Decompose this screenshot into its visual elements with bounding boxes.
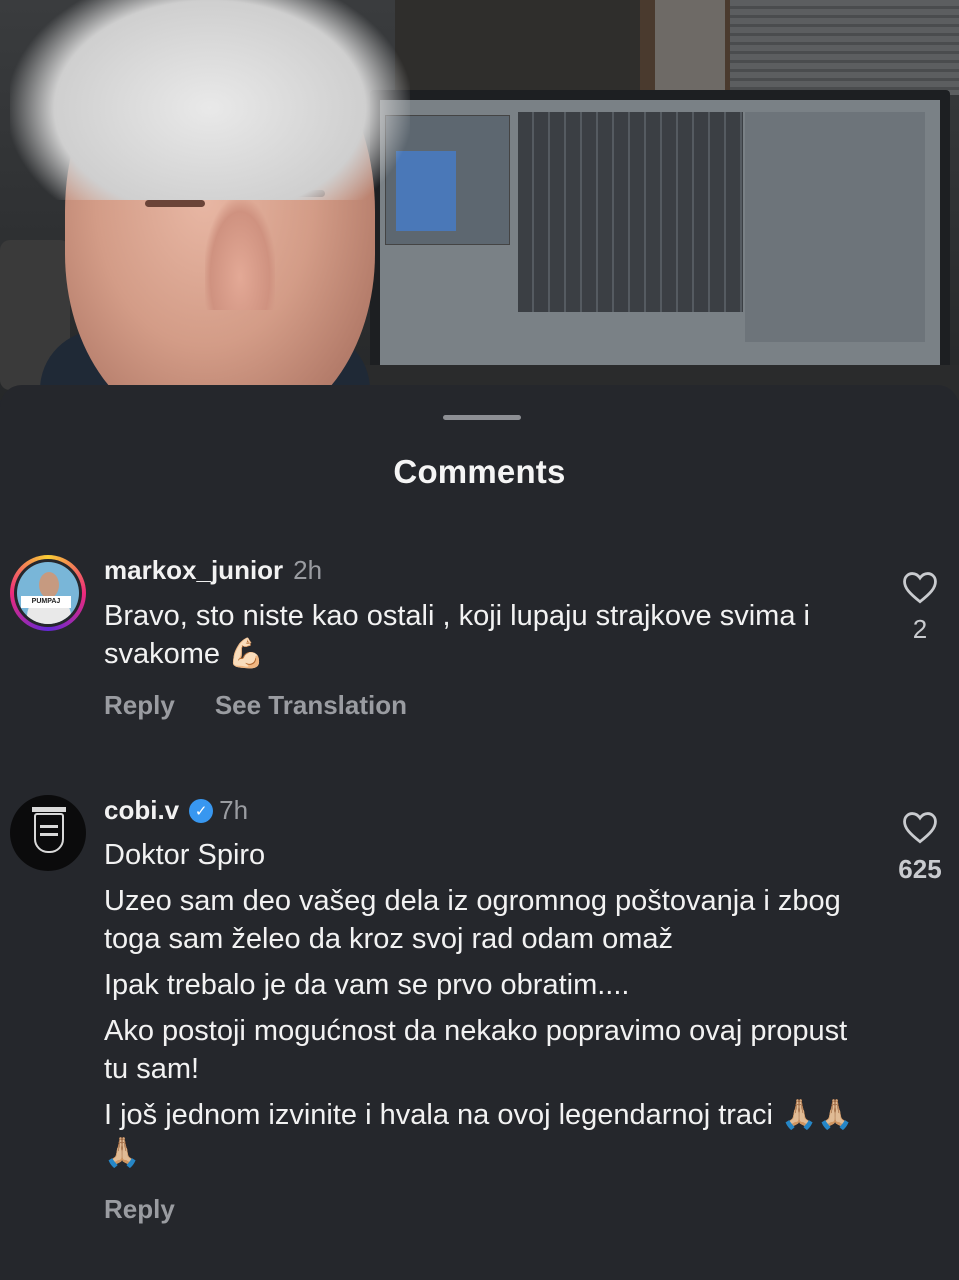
like-count: 2 [912, 614, 928, 644]
avatar[interactable] [10, 795, 86, 871]
avatar-badge-text: PUMPAJ [21, 596, 71, 608]
comment-paragraph: Uzeo sam deo vašeg dela iz ogromnog pošt… [104, 885, 841, 955]
heart-outline-icon[interactable] [890, 810, 950, 844]
sheet-drag-handle[interactable] [443, 415, 521, 420]
like-count: 625 [898, 854, 942, 884]
background-window-pane [655, 0, 725, 90]
background-blinds [730, 0, 959, 95]
background-shelf [395, 0, 640, 95]
person-hair [10, 0, 410, 200]
sheet-title: Comments [393, 453, 566, 490]
daw-mixer [518, 112, 743, 312]
comment-text: Doktor Spiro Uzeo sam deo vašeg dela iz … [104, 836, 874, 1172]
video-background[interactable] [0, 0, 959, 400]
comment-time: 7h [219, 795, 249, 825]
comment-paragraph: Ipak trebalo je da vam se prvo obratim..… [104, 969, 630, 1001]
comment-time: 2h [293, 555, 323, 585]
verified-badge-icon: ✓ [189, 798, 214, 823]
comment-username[interactable]: cobi.v [104, 795, 179, 826]
reply-button[interactable]: Reply [104, 690, 175, 721]
comment-paragraph: I još jednom izvinite i hvala na ovoj le… [104, 1099, 854, 1169]
avatar[interactable]: PUMPAJ [10, 555, 86, 631]
comment-username[interactable]: markox_junior [104, 555, 283, 586]
comment-text: Bravo, sto niste kao ostali , koji lupaj… [104, 597, 874, 673]
daw-panel-right [745, 112, 925, 342]
person-nose [205, 200, 275, 310]
comment-paragraph: Bravo, sto niste kao ostali , koji lupaj… [104, 600, 810, 670]
reply-button[interactable]: Reply [104, 1194, 175, 1225]
comments-sheet: Comments PUMPAJ markox_junior 2h Bravo, … [0, 385, 959, 1280]
comment-paragraph: Doktor Spiro [104, 839, 266, 871]
comment-paragraph: Ako postoji mogućnost da nekako popravim… [104, 1015, 848, 1085]
heart-outline-icon[interactable] [890, 570, 950, 604]
see-translation-button[interactable]: See Translation [215, 690, 407, 721]
